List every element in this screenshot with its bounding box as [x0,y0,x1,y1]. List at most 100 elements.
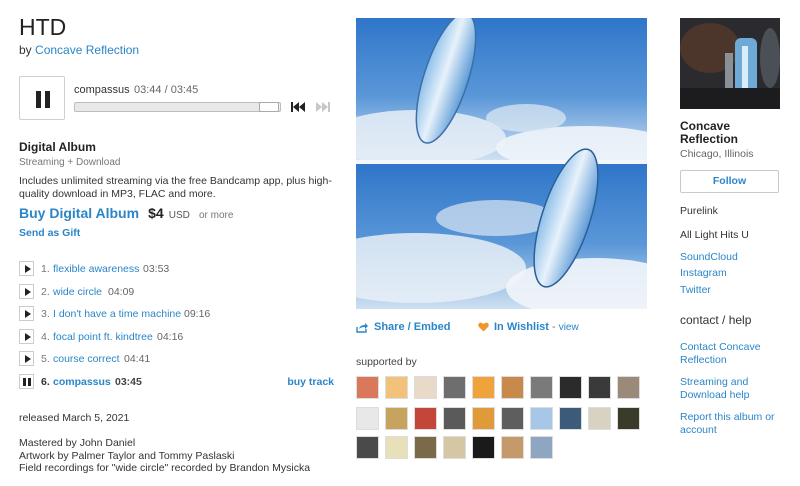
buy-row: Buy Digital Album $4 USD or more [19,205,233,221]
format-description: Includes unlimited streaming via the fre… [19,175,332,200]
supporter-avatar[interactable] [530,407,553,430]
currency: USD [168,210,190,221]
format-subtitle: Streaming + Download [19,157,121,168]
soundcloud-link[interactable]: SoundCloud [680,251,738,264]
supporter-avatar[interactable] [472,376,495,399]
wishlist-view-link[interactable]: view [559,322,579,333]
twitter-link[interactable]: Twitter [680,284,711,297]
track-pause-button[interactable] [19,373,34,389]
previous-track-icon[interactable] [291,102,305,112]
contact-artist-link[interactable]: Contact Concave Reflection [680,341,775,366]
supporter-avatar[interactable] [501,407,524,430]
share-embed-button[interactable]: Share / Embed [356,321,450,333]
track-row: 1. flexible awareness 03:53 [19,261,334,284]
next-track-icon[interactable] [316,102,330,112]
track-title-link[interactable]: wide circle [53,286,102,298]
progress-handle[interactable] [258,102,279,112]
track-title-link[interactable]: I don't have a time machine [53,308,181,320]
now-playing-title: compassus [74,84,130,96]
supporter-avatar[interactable] [385,436,408,459]
share-icon [356,322,368,333]
track-row: 6. compassus 03:45 buy track [19,373,334,397]
supporter-avatar[interactable] [414,407,437,430]
artist-name-text: Concave Reflection [680,119,739,146]
supporter-avatar[interactable] [443,407,466,430]
supporter-avatar[interactable] [472,436,495,459]
instagram-link[interactable]: Instagram [680,267,727,280]
streaming-download-help-link[interactable]: Streaming and Download help [680,376,775,401]
artist-location: Chicago, Illinois [680,148,754,160]
audio-player: compassus 03:44 / 03:45 [19,76,331,120]
artist-photo-image [680,18,780,109]
play-icon [25,332,31,341]
track-play-button[interactable] [19,351,34,367]
album-title: HTD [19,14,67,40]
track-title-link[interactable]: flexible awareness [53,263,139,275]
supporter-avatar[interactable] [501,376,524,399]
track-play-button[interactable] [19,306,34,322]
wishlist-button[interactable]: In Wishlist [494,321,549,333]
track-title-link[interactable]: compassus [53,376,111,388]
credit-line: Mastered by John Daniel [19,437,136,449]
pause-icon [36,91,41,108]
supporter-avatar[interactable] [472,407,495,430]
track-duration: 04:41 [124,353,151,366]
supporter-avatar[interactable] [385,407,408,430]
supporter-avatar[interactable] [356,407,379,430]
artist-link-all-light-hits-u[interactable]: All Light Hits U [680,229,749,241]
wishlist-group: In Wishlist - view [478,321,579,333]
supporter-avatar[interactable] [559,376,582,399]
supporter-avatar[interactable] [617,376,640,399]
track-number: 5. [41,353,50,366]
supported-by-heading: supported by [356,356,417,368]
heart-icon [478,322,489,332]
track-play-button[interactable] [19,261,34,276]
supporter-avatar[interactable] [443,376,466,399]
artist-link-purelink[interactable]: Purelink [680,205,718,217]
artist-link[interactable]: Concave Reflection [35,43,139,57]
supporter-avatar[interactable] [617,407,640,430]
album-byline: by Concave Reflection [19,43,139,57]
track-row: 3. I don't have a time machine 09:16 [19,306,334,329]
pause-button[interactable] [19,76,65,120]
contact-help-heading: contact / help [680,313,752,327]
release-date: released March 5, 2021 [19,412,130,424]
album-art-image [356,18,647,309]
supporter-avatar[interactable] [501,436,524,459]
track-play-button[interactable] [19,328,34,344]
send-as-gift-link[interactable]: Send as Gift [19,227,80,239]
buy-track-link[interactable]: buy track [287,376,334,388]
progress-fill [75,103,279,111]
track-duration: 09:16 [184,308,211,321]
supporter-avatar[interactable] [414,376,437,399]
supporter-avatar[interactable] [443,436,466,459]
track-duration: 03:53 [143,263,170,275]
price: $4 [148,205,164,221]
play-icon [25,310,31,319]
track-row: 4. focal point ft. kindtree 04:16 [19,328,334,352]
supporter-avatar[interactable] [356,376,379,399]
supporter-avatar[interactable] [356,436,379,459]
play-icon [25,287,31,296]
buy-digital-album-button[interactable]: Buy Digital Album [19,205,139,221]
supporter-avatar[interactable] [530,376,553,399]
track-duration: 04:09 [108,285,135,298]
supporter-avatar[interactable] [559,407,582,430]
album-art[interactable] [356,18,647,309]
track-title-link[interactable]: focal point ft. kindtree [53,331,153,343]
artist-photo[interactable] [680,18,780,109]
follow-button[interactable]: Follow [680,170,779,193]
artist-name: Concave Reflection [680,120,770,146]
progress-bar[interactable] [74,102,281,112]
track-list: 1. flexible awareness 03:53 2. wide circle 04… [19,261,334,397]
supporter-avatar[interactable] [588,376,611,399]
track-title-link[interactable]: course correct [53,353,120,365]
format-title: Digital Album [19,140,96,154]
supporter-avatar[interactable] [385,376,408,399]
report-album-link[interactable]: Report this album or account [680,411,785,436]
track-number: 2. [41,285,50,298]
track-play-button[interactable] [19,283,34,299]
supporter-avatar[interactable] [530,436,553,459]
supporter-avatar[interactable] [414,436,437,459]
supporter-avatar[interactable] [588,407,611,430]
